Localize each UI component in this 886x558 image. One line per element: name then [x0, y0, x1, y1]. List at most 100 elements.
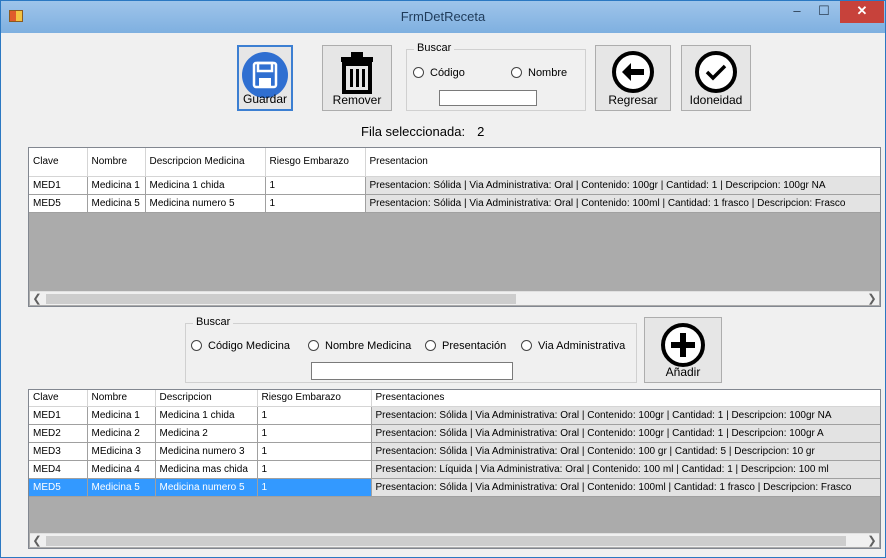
- cell[interactable]: MED5: [29, 478, 88, 497]
- selected-medicines-grid[interactable]: Clave Nombre Descripcion Medicina Riesgo…: [28, 147, 881, 307]
- buscar-group-title: Buscar: [414, 42, 455, 54]
- radio-codigo-medicina-label: Código Medicina: [208, 340, 290, 352]
- buscar-medicina-input[interactable]: [311, 362, 513, 380]
- presentation-combo[interactable]: Presentacion: Sólida | Via Administrativ…: [370, 405, 880, 425]
- scroll-left-icon[interactable]: ❮: [30, 534, 44, 548]
- cell[interactable]: Medicina 1 chida: [145, 176, 266, 195]
- title-bar[interactable]: FrmDetReceta – ☐ ✕: [1, 1, 885, 33]
- cell[interactable]: Medicina 1 chida: [155, 406, 258, 425]
- scroll-thumb[interactable]: [46, 536, 846, 546]
- presentation-combo[interactable]: Presentacion: Sólida | Via Administrativ…: [364, 193, 880, 213]
- presentation-combo[interactable]: Presentacion: Sólida | Via Administrativ…: [370, 423, 880, 443]
- presentation-combo[interactable]: Presentacion: Sólida | Via Administrativ…: [364, 175, 880, 195]
- scroll-right-icon[interactable]: ❯: [865, 292, 879, 306]
- cell[interactable]: 1: [257, 424, 372, 443]
- cell[interactable]: Medicina 2: [155, 424, 258, 443]
- radio-codigo-label: Código: [430, 67, 465, 79]
- maximize-button[interactable]: ☐: [811, 1, 837, 23]
- horizontal-scrollbar[interactable]: ❮ ❯: [30, 533, 879, 547]
- radio-nombre-medicina-label: Nombre Medicina: [325, 340, 412, 352]
- table-row[interactable]: MED4 Medicina 4 Medicina mas chida 1 Pre…: [29, 459, 880, 479]
- radio-circle[interactable]: [425, 340, 436, 351]
- scroll-thumb[interactable]: [46, 294, 516, 304]
- radio-circle[interactable]: [308, 340, 319, 351]
- cell[interactable]: MED2: [29, 424, 88, 443]
- presentation-combo[interactable]: Presentacion: Sólida | Via Administrativ…: [370, 477, 880, 497]
- remover-button[interactable]: Remover: [322, 45, 392, 111]
- col-header[interactable]: Riesgo Embarazo: [257, 390, 372, 407]
- cell[interactable]: Medicina numero 3: [155, 442, 258, 461]
- col-header[interactable]: Presentaciones: [371, 390, 880, 407]
- idoneidad-label: Idoneidad: [689, 93, 743, 107]
- status-label: Fila seleccionada:: [361, 124, 466, 139]
- cell[interactable]: Medicina 5: [87, 194, 146, 213]
- anadir-button[interactable]: Añadir: [644, 317, 722, 383]
- radio-nombre[interactable]: Nombre: [511, 67, 567, 79]
- col-header[interactable]: Descripcion: [155, 390, 258, 407]
- close-button[interactable]: ✕: [840, 1, 884, 23]
- table-row[interactable]: MED1 Medicina 1 Medicina 1 chida 1 Prese…: [29, 175, 880, 195]
- cell[interactable]: Medicina numero 5: [155, 478, 258, 497]
- radio-circle[interactable]: [191, 340, 202, 351]
- radio-via-label: Via Administrativa: [538, 340, 626, 352]
- guardar-label: Guardar: [242, 92, 288, 106]
- col-header[interactable]: Clave: [29, 148, 88, 177]
- cell[interactable]: 1: [265, 176, 366, 195]
- scroll-right-icon[interactable]: ❯: [865, 534, 879, 548]
- presentation-combo[interactable]: Presentacion: Sólida | Via Administrativ…: [370, 441, 880, 461]
- table-row[interactable]: MED1 Medicina 1 Medicina 1 chida 1 Prese…: [29, 405, 880, 425]
- cell[interactable]: 1: [257, 442, 372, 461]
- radio-nombre-medicina[interactable]: Nombre Medicina: [308, 340, 411, 352]
- cell[interactable]: Medicina 2: [87, 424, 156, 443]
- cell[interactable]: 1: [257, 460, 372, 479]
- selected-row-status: Fila seleccionada: 2: [361, 124, 496, 139]
- buscar-input[interactable]: [439, 90, 537, 106]
- window-title: FrmDetReceta: [400, 9, 486, 24]
- radio-circle[interactable]: [521, 340, 532, 351]
- guardar-button[interactable]: Guardar: [237, 45, 293, 111]
- cell[interactable]: MED1: [29, 176, 88, 195]
- radio-via-administrativa[interactable]: Via Administrativa: [521, 340, 625, 352]
- minimize-button[interactable]: –: [784, 1, 810, 23]
- idoneidad-button[interactable]: Idoneidad: [681, 45, 751, 111]
- cell[interactable]: MED3: [29, 442, 88, 461]
- radio-circle[interactable]: [413, 67, 424, 78]
- cell[interactable]: 1: [265, 194, 366, 213]
- radio-circle[interactable]: [511, 67, 522, 78]
- cell[interactable]: Medicina 4: [87, 460, 156, 479]
- presentation-combo[interactable]: Presentacion: Líquida | Via Administrati…: [370, 459, 880, 479]
- cell[interactable]: Medicina 5: [87, 478, 156, 497]
- cell[interactable]: MED1: [29, 406, 88, 425]
- cell[interactable]: MED4: [29, 460, 88, 479]
- status-value: 2: [477, 124, 485, 139]
- col-header[interactable]: Clave: [29, 390, 88, 407]
- table-row[interactable]: MED2 Medicina 2 Medicina 2 1 Presentacio…: [29, 423, 880, 443]
- remover-label: Remover: [332, 93, 382, 107]
- table-row[interactable]: MED5 Medicina 5 Medicina numero 5 1 Pres…: [29, 193, 880, 213]
- col-header[interactable]: Descripcion Medicina: [145, 148, 266, 177]
- cell[interactable]: MED5: [29, 194, 88, 213]
- col-header[interactable]: Nombre: [87, 390, 156, 407]
- cell[interactable]: Medicina numero 5: [145, 194, 266, 213]
- cell[interactable]: Medicina 1: [87, 406, 156, 425]
- cell[interactable]: MEdicina 3: [87, 442, 156, 461]
- medicines-grid[interactable]: Clave Nombre Descripcion Riesgo Embarazo…: [28, 389, 881, 549]
- table-row[interactable]: MED3 MEdicina 3 Medicina numero 3 1 Pres…: [29, 441, 880, 461]
- col-header[interactable]: Riesgo Embarazo: [265, 148, 366, 177]
- cell[interactable]: 1: [257, 478, 372, 497]
- anadir-label: Añadir: [665, 365, 701, 379]
- regresar-button[interactable]: Regresar: [595, 45, 671, 111]
- col-header[interactable]: Presentacion: [365, 148, 880, 177]
- horizontal-scrollbar[interactable]: ❮ ❯: [30, 291, 879, 305]
- radio-codigo[interactable]: Código: [413, 67, 465, 79]
- cell[interactable]: Medicina 1: [87, 176, 146, 195]
- buscar-medicina-title: Buscar: [193, 316, 234, 328]
- col-header[interactable]: Nombre: [87, 148, 146, 177]
- radio-presentacion[interactable]: Presentación: [425, 340, 506, 352]
- cell[interactable]: 1: [257, 406, 372, 425]
- radio-codigo-medicina[interactable]: Código Medicina: [191, 340, 290, 352]
- cell[interactable]: Medicina mas chida: [155, 460, 258, 479]
- table-row-selected[interactable]: MED5 Medicina 5 Medicina numero 5 1 Pres…: [29, 477, 880, 497]
- buscar-group: Buscar Código Nombre: [406, 42, 586, 111]
- scroll-left-icon[interactable]: ❮: [30, 292, 44, 306]
